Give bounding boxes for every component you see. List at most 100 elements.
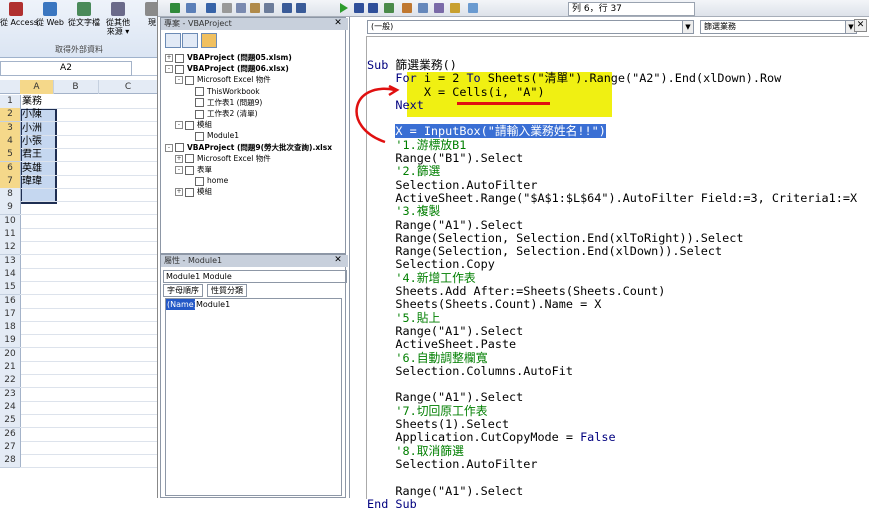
paste-icon[interactable] bbox=[250, 3, 260, 13]
view-object-icon[interactable] bbox=[182, 33, 198, 48]
find-icon[interactable] bbox=[264, 3, 274, 13]
collapse-icon[interactable]: - bbox=[165, 65, 173, 74]
column-header-a[interactable]: A bbox=[20, 80, 54, 94]
row-header[interactable]: 12 bbox=[0, 241, 21, 256]
view-code-icon[interactable] bbox=[165, 33, 181, 48]
ribbon-button[interactable]: 從其他 來源 ▾ bbox=[102, 2, 134, 42]
collapse-icon[interactable]: - bbox=[175, 166, 183, 174]
row-header[interactable]: 9 bbox=[0, 201, 21, 216]
row-header[interactable]: 15 bbox=[0, 281, 21, 296]
tab-alphabetic[interactable]: 字母順序 bbox=[163, 284, 203, 297]
close-icon[interactable]: ✕ bbox=[333, 18, 343, 29]
row-header[interactable]: 25 bbox=[0, 414, 21, 429]
cell-a[interactable]: 小陳 bbox=[20, 108, 55, 121]
cell-a[interactable] bbox=[20, 401, 55, 414]
row-header[interactable]: 22 bbox=[0, 374, 21, 389]
row-header[interactable]: 2 bbox=[0, 108, 21, 123]
tree-item[interactable]: home bbox=[195, 175, 228, 186]
cell-a[interactable] bbox=[20, 428, 55, 441]
cell-a[interactable] bbox=[20, 321, 55, 334]
reset-icon[interactable] bbox=[368, 3, 378, 13]
row-header[interactable]: 19 bbox=[0, 334, 21, 349]
toolbox-icon[interactable] bbox=[450, 3, 460, 13]
row-header[interactable]: 5 bbox=[0, 148, 21, 163]
run-icon[interactable] bbox=[340, 3, 348, 13]
break-icon[interactable] bbox=[354, 3, 364, 13]
row-header[interactable]: 16 bbox=[0, 294, 21, 309]
ribbon-button[interactable]: 從文字檔 bbox=[68, 2, 100, 42]
redo-icon[interactable] bbox=[296, 3, 306, 13]
toggle-folders-icon[interactable] bbox=[201, 33, 217, 48]
object-browser-icon[interactable] bbox=[434, 3, 444, 13]
cell-a[interactable] bbox=[20, 268, 55, 281]
cell-a[interactable] bbox=[20, 241, 55, 254]
tree-item[interactable]: ThisWorkbook bbox=[195, 86, 260, 97]
cell-a[interactable] bbox=[20, 308, 55, 321]
tree-item[interactable]: + 模組 bbox=[175, 186, 212, 197]
help-icon[interactable] bbox=[468, 3, 478, 13]
expand-icon[interactable]: + bbox=[175, 154, 183, 163]
row-header[interactable]: 21 bbox=[0, 361, 21, 375]
row-header[interactable]: 10 bbox=[0, 214, 21, 229]
cell-a[interactable] bbox=[20, 255, 55, 268]
cell-a[interactable] bbox=[20, 374, 55, 387]
procedure-combo[interactable]: 篩選業務 ▼ bbox=[700, 20, 857, 34]
row-header[interactable]: 8 bbox=[0, 188, 21, 203]
cell-a[interactable] bbox=[20, 334, 55, 347]
property-row[interactable]: (Name) Module1 bbox=[166, 299, 341, 310]
select-all-corner[interactable] bbox=[0, 80, 21, 94]
row-header[interactable]: 26 bbox=[0, 427, 21, 442]
cell-a[interactable] bbox=[20, 228, 55, 241]
property-value[interactable]: Module1 bbox=[196, 299, 230, 310]
cell-a[interactable] bbox=[20, 295, 55, 308]
cell-a[interactable] bbox=[20, 281, 55, 294]
row-header[interactable]: 18 bbox=[0, 321, 21, 336]
tree-item[interactable]: - Microsoft Excel 物件 bbox=[175, 74, 271, 85]
ribbon-button[interactable]: 從 Web bbox=[34, 2, 66, 42]
cut-icon[interactable] bbox=[222, 3, 232, 13]
cell-a[interactable] bbox=[20, 188, 55, 201]
tree-item[interactable]: + VBAProject (問題05.xlsm) bbox=[165, 52, 292, 63]
row-header[interactable]: 27 bbox=[0, 440, 21, 455]
tree-item[interactable]: - VBAProject (問題9(勞大批次查詢).xlsx bbox=[165, 142, 332, 153]
ribbon-button[interactable]: 從 Access bbox=[0, 2, 38, 42]
expand-icon[interactable]: + bbox=[165, 54, 173, 62]
undo-icon[interactable] bbox=[282, 3, 292, 13]
cell-a[interactable]: 業務 bbox=[20, 95, 55, 108]
row-header[interactable]: 23 bbox=[0, 387, 21, 402]
row-header[interactable]: 28 bbox=[0, 454, 21, 469]
cell-a[interactable]: 瑋瑋 bbox=[20, 175, 55, 188]
tree-item[interactable]: - 模組 bbox=[175, 119, 212, 130]
cell-a[interactable]: 英雄 bbox=[20, 162, 55, 175]
row-header[interactable]: 4 bbox=[0, 134, 21, 149]
cell-a[interactable]: 君王 bbox=[20, 148, 55, 161]
code-editor[interactable]: Sub 篩選業務() For i = 2 To Sheets("清單").Ran… bbox=[355, 36, 869, 510]
chevron-down-icon[interactable]: ▼ bbox=[682, 21, 693, 33]
cell-a[interactable] bbox=[20, 388, 55, 401]
cell-a[interactable] bbox=[20, 454, 55, 467]
tree-item[interactable]: - 表單 bbox=[175, 164, 212, 175]
row-header[interactable]: 13 bbox=[0, 254, 21, 269]
object-combo[interactable]: (一般) ▼ bbox=[367, 20, 694, 34]
cell-a[interactable]: 小洲 bbox=[20, 122, 55, 135]
collapse-icon[interactable]: - bbox=[165, 143, 173, 152]
tab-categorized[interactable]: 性質分類 bbox=[207, 284, 247, 297]
row-header[interactable]: 17 bbox=[0, 307, 21, 322]
tree-item[interactable]: 工作表1 (問題9) bbox=[195, 97, 262, 108]
cell-a[interactable] bbox=[20, 201, 55, 214]
row-header[interactable]: 7 bbox=[0, 174, 21, 189]
collapse-icon[interactable]: - bbox=[175, 121, 183, 130]
expand-icon[interactable]: + bbox=[175, 188, 183, 197]
tree-item[interactable]: - VBAProject (問題06.xlsx) bbox=[165, 63, 289, 74]
project-explorer-icon[interactable] bbox=[402, 3, 412, 13]
save-icon[interactable] bbox=[206, 3, 216, 13]
design-mode-icon[interactable] bbox=[384, 3, 394, 13]
cell-a[interactable] bbox=[20, 215, 55, 228]
column-header-b[interactable]: B bbox=[53, 80, 99, 94]
row-header[interactable]: 20 bbox=[0, 347, 21, 362]
row-header[interactable]: 24 bbox=[0, 400, 21, 415]
name-box[interactable]: A2 bbox=[0, 61, 132, 76]
tree-item[interactable]: Module1 bbox=[195, 130, 239, 141]
ribbon-button[interactable]: 現 bbox=[136, 2, 157, 42]
column-header-c[interactable]: C bbox=[98, 80, 157, 94]
